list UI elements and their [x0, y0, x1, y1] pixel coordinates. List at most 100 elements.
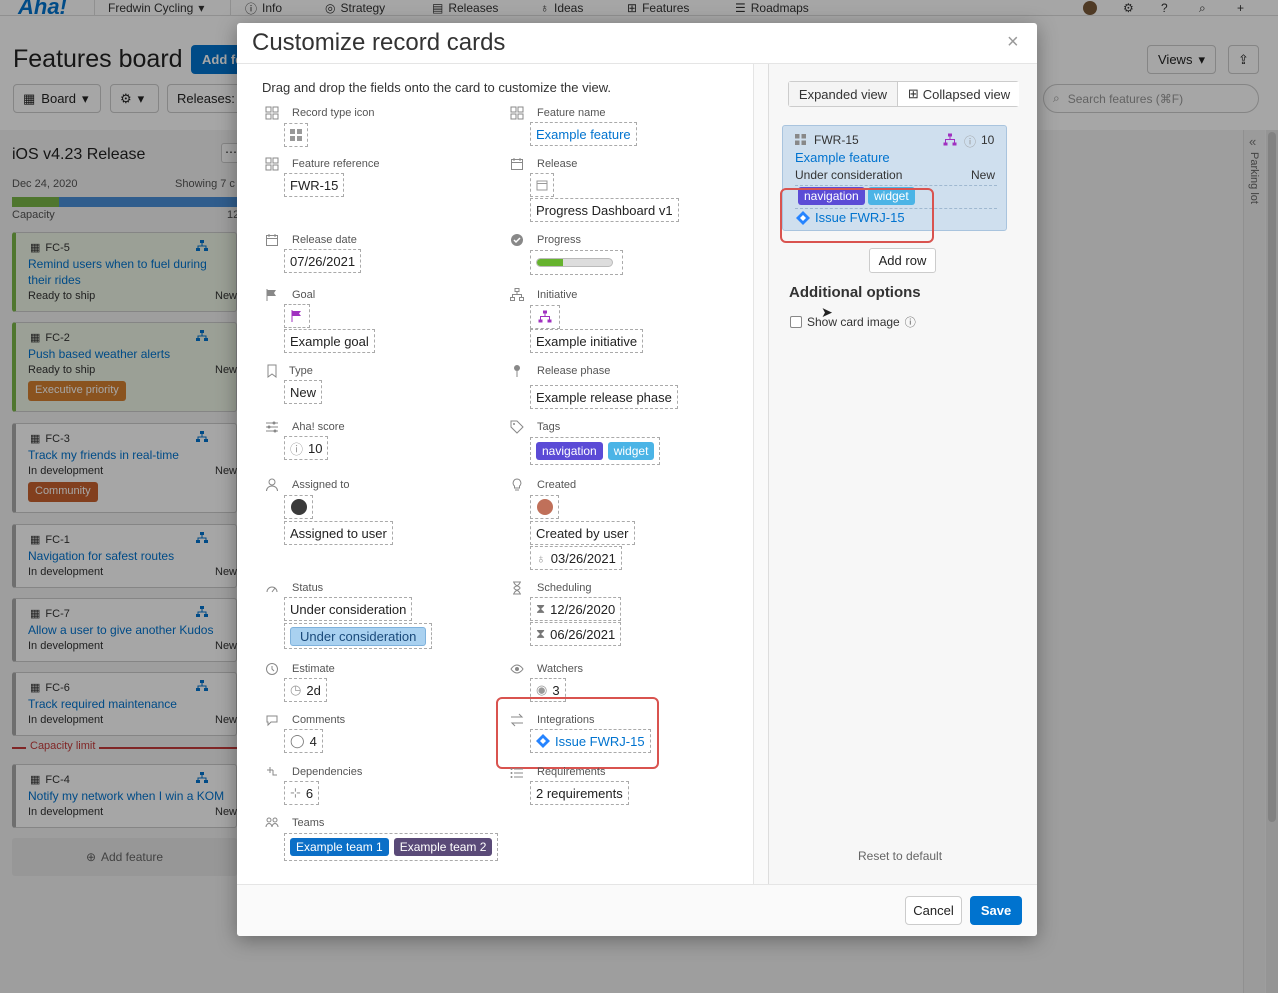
dependencies-icon: ⊹: [290, 785, 301, 800]
user-icon: [265, 478, 279, 492]
add-row-button[interactable]: Add row: [869, 248, 936, 273]
view-toggle[interactable]: Expanded view ⊞ Collapsed view: [788, 81, 1019, 107]
clock-icon: [265, 662, 279, 676]
status-badge: Under consideration: [290, 626, 427, 646]
field-label-aha-score: Aha! score: [292, 421, 345, 433]
integrations-highlight: [496, 697, 659, 769]
list-icon: [510, 766, 524, 780]
field-initiative-icon[interactable]: [530, 305, 560, 329]
field-release-date[interactable]: 07/26/2021: [284, 249, 362, 273]
field-label-status: Status: [292, 582, 324, 594]
field-dependencies[interactable]: ⊹ 6: [284, 781, 320, 805]
initiative-icon: [510, 288, 524, 302]
check-circle-icon: [510, 233, 524, 247]
field-scheduling-end[interactable]: ⧗ 06/26/2021: [530, 622, 622, 646]
lightbulb-icon: [510, 478, 524, 492]
field-label-tags: Tags: [537, 421, 561, 433]
field-record-type-icon[interactable]: [284, 123, 308, 147]
field-release-phase[interactable]: Example release phase: [530, 385, 678, 409]
preview-ref[interactable]: FWR-15: [814, 133, 859, 147]
field-label-initiative: Initiative: [537, 289, 578, 301]
field-label-goal: Goal: [292, 289, 316, 301]
cancel-button[interactable]: Cancel: [905, 896, 962, 925]
field-aha-score[interactable]: ⓘ 10: [284, 436, 329, 460]
show-card-image-checkbox[interactable]: [790, 316, 802, 328]
field-goal[interactable]: Example goal: [284, 329, 375, 353]
field-initiative[interactable]: Example initiative: [530, 329, 644, 353]
field-label-record-type-icon: Record type icon: [292, 107, 375, 119]
close-icon[interactable]: ×: [1007, 31, 1019, 54]
preview-type[interactable]: New: [971, 168, 995, 182]
progress-bar: [536, 258, 613, 267]
dependencies-value: 6: [305, 785, 314, 801]
field-teams[interactable]: Example team 1 Example team 2: [284, 833, 499, 861]
comments-value: 4: [309, 733, 317, 749]
field-type[interactable]: New: [284, 380, 323, 404]
field-release[interactable]: Progress Dashboard v1: [530, 198, 679, 222]
field-label-created: Created: [537, 479, 577, 491]
collapsed-view-tab[interactable]: ⊞ Collapsed view: [899, 82, 1019, 106]
field-label-dependencies: Dependencies: [292, 766, 363, 778]
clock-icon: ◷: [290, 682, 302, 697]
preview-status[interactable]: Under consideration: [795, 168, 902, 182]
field-requirements[interactable]: 2 requirements: [530, 781, 629, 805]
field-feature-name[interactable]: Example feature: [530, 122, 637, 146]
field-label-release-date: Release date: [292, 234, 357, 246]
teams-icon: [265, 816, 279, 830]
field-scheduling-start[interactable]: ⧗ 12/26/2020: [530, 597, 622, 621]
calendar-icon: [265, 233, 279, 247]
save-button[interactable]: Save: [970, 896, 1022, 925]
modal-instructions: Drag and drop the fields onto the card t…: [262, 80, 612, 95]
field-status-badge[interactable]: Under consideration: [284, 623, 433, 649]
score-icon: ⓘ: [964, 135, 977, 149]
left-pane-scroll-track[interactable]: [753, 64, 769, 884]
team-chip: Example team 1: [290, 838, 389, 856]
lightbulb-icon: ♁: [536, 550, 546, 566]
field-label-progress: Progress: [537, 234, 582, 246]
additional-options-heading: Additional options: [789, 284, 921, 301]
created-date-value: 03/26/2021: [550, 550, 616, 566]
field-progress[interactable]: [530, 250, 623, 275]
field-estimate[interactable]: ◷ 2d: [284, 678, 327, 702]
field-label-assigned-to: Assigned to: [292, 479, 350, 491]
tag-chip-widget: widget: [607, 442, 655, 460]
reset-to-default-link[interactable]: Reset to default: [858, 849, 942, 863]
grid-icon: ⊞: [907, 86, 919, 101]
field-created-by[interactable]: Created by user: [530, 521, 635, 545]
field-assigned-avatar[interactable]: [284, 495, 313, 519]
field-label-scheduling: Scheduling: [537, 582, 592, 594]
eye-icon: [510, 662, 524, 676]
feature-type-icon: [795, 134, 806, 145]
field-release-icon[interactable]: [530, 173, 554, 197]
gauge-icon: [265, 581, 279, 595]
field-goal-icon[interactable]: [284, 304, 310, 328]
expanded-view-tab[interactable]: Expanded view: [789, 82, 898, 106]
flag-icon: [265, 288, 279, 302]
field-comments[interactable]: ◯ 4: [284, 729, 323, 753]
modal-title: Customize record cards: [252, 29, 506, 56]
initiative-icon: [538, 310, 552, 323]
preview-name[interactable]: Example feature: [795, 150, 890, 165]
field-tags[interactable]: navigation widget: [530, 437, 661, 465]
calendar-icon: [536, 180, 548, 191]
hourglass-icon: ⧗: [536, 601, 546, 616]
field-created-avatar[interactable]: [530, 495, 559, 519]
show-card-image-option[interactable]: Show card image ⓘ: [790, 314, 916, 330]
field-label-release: Release: [537, 158, 578, 170]
field-assigned-to[interactable]: Assigned to user: [284, 521, 393, 545]
field-label-estimate: Estimate: [292, 663, 335, 675]
avatar: [290, 499, 307, 515]
preview-score[interactable]: 10: [981, 133, 994, 147]
field-created-date[interactable]: ♁ 03/26/2021: [530, 546, 622, 570]
field-label-comments: Comments: [292, 714, 346, 726]
score-value: 10: [308, 440, 323, 456]
field-feature-reference[interactable]: FWR-15: [284, 173, 345, 197]
field-status[interactable]: Under consideration: [284, 597, 413, 621]
field-label-watchers: Watchers: [537, 663, 584, 675]
grid-icon: [265, 157, 279, 171]
hourglass-icon: [510, 581, 524, 595]
calendar-icon: [510, 157, 524, 171]
help-icon[interactable]: ⓘ: [905, 314, 916, 330]
goal-flag-icon: [291, 310, 301, 322]
collapsed-view-label: Collapsed view: [922, 86, 1011, 102]
